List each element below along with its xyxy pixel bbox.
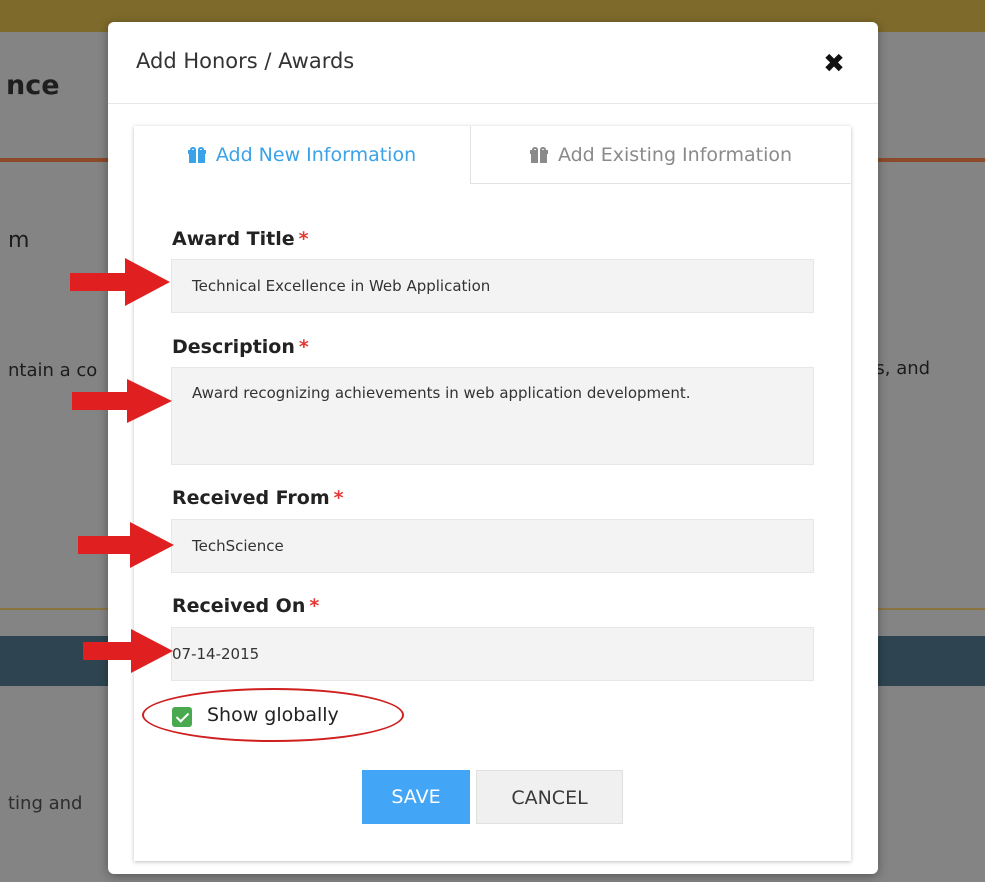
cancel-button[interactable]: CANCEL [476, 770, 623, 824]
tab-add-existing-information[interactable]: Add Existing Information [471, 126, 851, 184]
received-from-input[interactable]: TechScience [171, 519, 814, 573]
annotation-arrow-icon [70, 258, 170, 306]
received-from-label: Received From * [172, 487, 344, 509]
annotation-arrow-icon [78, 522, 174, 568]
tab-add-new-information[interactable]: Add New Information [134, 126, 471, 184]
field-label-text: Received From [172, 487, 330, 509]
modal-header: Add Honors / Awards ✖ [108, 22, 878, 104]
description-textarea[interactable]: Award recognizing achievements in web ap… [171, 367, 814, 465]
gift-icon [529, 147, 548, 163]
save-button[interactable]: SAVE [362, 770, 470, 824]
background-text: ting and [8, 793, 83, 814]
close-icon[interactable]: ✖ [816, 46, 852, 82]
required-mark: * [309, 595, 320, 617]
add-honors-modal: Add Honors / Awards ✖ Add New Informatio… [108, 22, 878, 874]
required-mark: * [298, 228, 309, 250]
required-mark: * [298, 336, 309, 358]
tab-label: Add Existing Information [557, 144, 793, 166]
background-text: m [8, 228, 30, 253]
modal-title: Add Honors / Awards [136, 49, 355, 73]
award-form-card: Add New Information Add Existing Informa… [134, 126, 851, 861]
background-heading: nce [6, 70, 60, 101]
description-label: Description * [172, 336, 309, 358]
award-title-input[interactable]: Technical Excellence in Web Application [171, 259, 814, 313]
field-label-text: Description [172, 336, 295, 358]
received-on-label: Received On * [172, 595, 319, 617]
annotation-arrow-icon [83, 629, 173, 673]
tab-label: Add New Information [215, 144, 417, 166]
required-mark: * [333, 487, 344, 509]
annotation-oval [142, 688, 404, 742]
background-text: ntain a co [8, 360, 98, 381]
tab-bar: Add New Information Add Existing Informa… [134, 126, 851, 184]
received-on-date-input[interactable]: 07-14-2015 [171, 627, 814, 681]
gift-icon [187, 147, 206, 163]
field-label-text: Award Title [172, 228, 295, 250]
annotation-arrow-icon [72, 379, 172, 423]
field-label-text: Received On [172, 595, 306, 617]
award-title-label: Award Title * [172, 228, 309, 250]
